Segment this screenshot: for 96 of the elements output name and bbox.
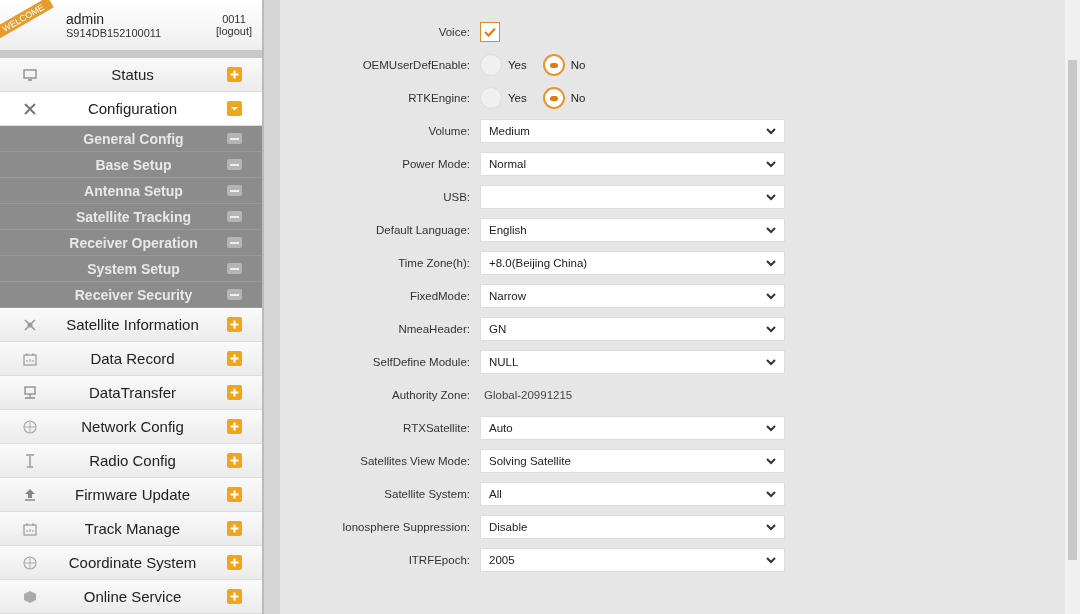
dropdown[interactable] — [480, 185, 785, 209]
dropdown[interactable]: English — [480, 218, 785, 242]
user-name: admin — [66, 11, 106, 27]
field-label: OEMUserDefEnable: — [361, 59, 471, 71]
expand-icon — [227, 67, 242, 82]
field-label: Satellite System: — [383, 488, 471, 500]
field-label: ITRFEpoch: — [407, 554, 471, 566]
chevron-icon — [766, 358, 776, 366]
minus-icon — [227, 159, 242, 170]
check-icon — [484, 27, 496, 37]
dropdown[interactable]: 2005 — [480, 548, 785, 572]
chevron-icon — [766, 490, 776, 498]
cube-icon — [22, 588, 38, 605]
minus-icon — [227, 211, 242, 222]
menu-item[interactable]: Data Record — [0, 342, 262, 376]
expand-icon — [227, 521, 242, 536]
dropdown[interactable]: Auto — [480, 416, 785, 440]
menu-item[interactable]: Online Service — [0, 580, 262, 614]
calendar-icon — [22, 520, 38, 537]
dropdown[interactable]: +8.0(Beijing China) — [480, 251, 785, 275]
field-label: Power Mode: — [401, 158, 471, 170]
expand-icon — [227, 351, 242, 366]
dropdown[interactable]: All — [480, 482, 785, 506]
globe-icon — [22, 554, 38, 571]
menu-item[interactable]: Radio Config — [0, 444, 262, 478]
menu-item[interactable]: Satellite Information — [0, 308, 262, 342]
calendar-icon — [22, 350, 38, 367]
field-label: RTKEngine: — [407, 92, 471, 104]
field-label: Authority Zone: — [391, 389, 471, 401]
chevron-icon — [766, 193, 776, 201]
monitor-icon — [22, 66, 38, 83]
dropdown[interactable]: GN — [480, 317, 785, 341]
expand-icon — [227, 555, 242, 570]
tools-icon — [22, 100, 38, 117]
minus-icon — [227, 289, 242, 300]
field-label: USB: — [442, 191, 471, 203]
menu-item[interactable]: Firmware Update — [0, 478, 262, 512]
field-label: NmeaHeader: — [397, 323, 471, 335]
radio-button[interactable] — [542, 87, 565, 109]
dropdown[interactable]: Narrow — [480, 284, 785, 308]
field-label: Volume: — [427, 125, 471, 137]
chevron-icon — [766, 160, 776, 168]
expand-icon — [227, 453, 242, 468]
field-label: FixedMode: — [408, 290, 471, 302]
dropdown[interactable]: Disable — [480, 515, 785, 539]
chevron-icon — [766, 457, 776, 465]
field-label: RTXSatellite: — [402, 422, 471, 434]
device-serial: S914DB152100011 — [66, 27, 163, 39]
expand-icon — [227, 589, 242, 604]
field-label: Default Language: — [375, 224, 471, 236]
chevron-icon — [766, 556, 776, 564]
radio-label: No — [570, 59, 586, 71]
menu-item[interactable]: Status — [0, 58, 262, 92]
logout-link[interactable]: [logout] — [215, 25, 252, 37]
dropdown[interactable]: Medium — [480, 119, 785, 143]
chevron-icon — [766, 424, 776, 432]
field-label: Voice: — [437, 26, 471, 38]
minus-icon — [227, 237, 242, 248]
chevron-icon — [766, 127, 776, 135]
expand-icon — [227, 385, 242, 400]
field-label: Satellites View Mode: — [359, 455, 471, 467]
radio-label: Yes — [508, 92, 527, 104]
chevron-icon — [766, 523, 776, 531]
chevron-icon — [766, 226, 776, 234]
minus-icon — [227, 185, 242, 196]
chevron-icon — [766, 259, 776, 267]
minus-icon — [227, 133, 242, 144]
field-value: Global-20991215 — [483, 389, 573, 401]
scrollbar[interactable] — [1065, 0, 1080, 614]
expand-icon — [227, 317, 242, 332]
dropdown[interactable]: NULL — [480, 350, 785, 374]
radio-button[interactable] — [542, 54, 565, 76]
radio-label: No — [570, 92, 586, 104]
field-label: SelfDefine Module: — [371, 356, 471, 368]
dropdown[interactable]: Solving Satellite — [480, 449, 785, 473]
menu-item[interactable]: DataTransfer — [0, 376, 262, 410]
menu-item[interactable]: Network Config — [0, 410, 262, 444]
menu-item[interactable]: Track Manage — [0, 512, 262, 546]
upload-icon — [22, 486, 38, 503]
field-label: Time Zone(h): — [397, 257, 471, 269]
splitter-bar[interactable] — [262, 0, 280, 614]
collapse-icon — [227, 101, 242, 116]
checkbox[interactable] — [480, 22, 500, 42]
expand-icon — [227, 419, 242, 434]
satellite-icon — [22, 316, 38, 333]
expand-icon — [227, 487, 242, 502]
radio-label: Yes — [508, 59, 527, 71]
user-code: 0011 — [222, 13, 246, 25]
chevron-icon — [766, 325, 776, 333]
menu-item[interactable]: Coordinate System — [0, 546, 262, 580]
dropdown[interactable]: Normal — [480, 152, 785, 176]
minus-icon — [227, 263, 242, 274]
globe-icon — [22, 418, 38, 435]
field-label: Ionosphere Suppression: — [341, 521, 471, 533]
computer-icon — [22, 384, 38, 401]
chevron-icon — [766, 292, 776, 300]
